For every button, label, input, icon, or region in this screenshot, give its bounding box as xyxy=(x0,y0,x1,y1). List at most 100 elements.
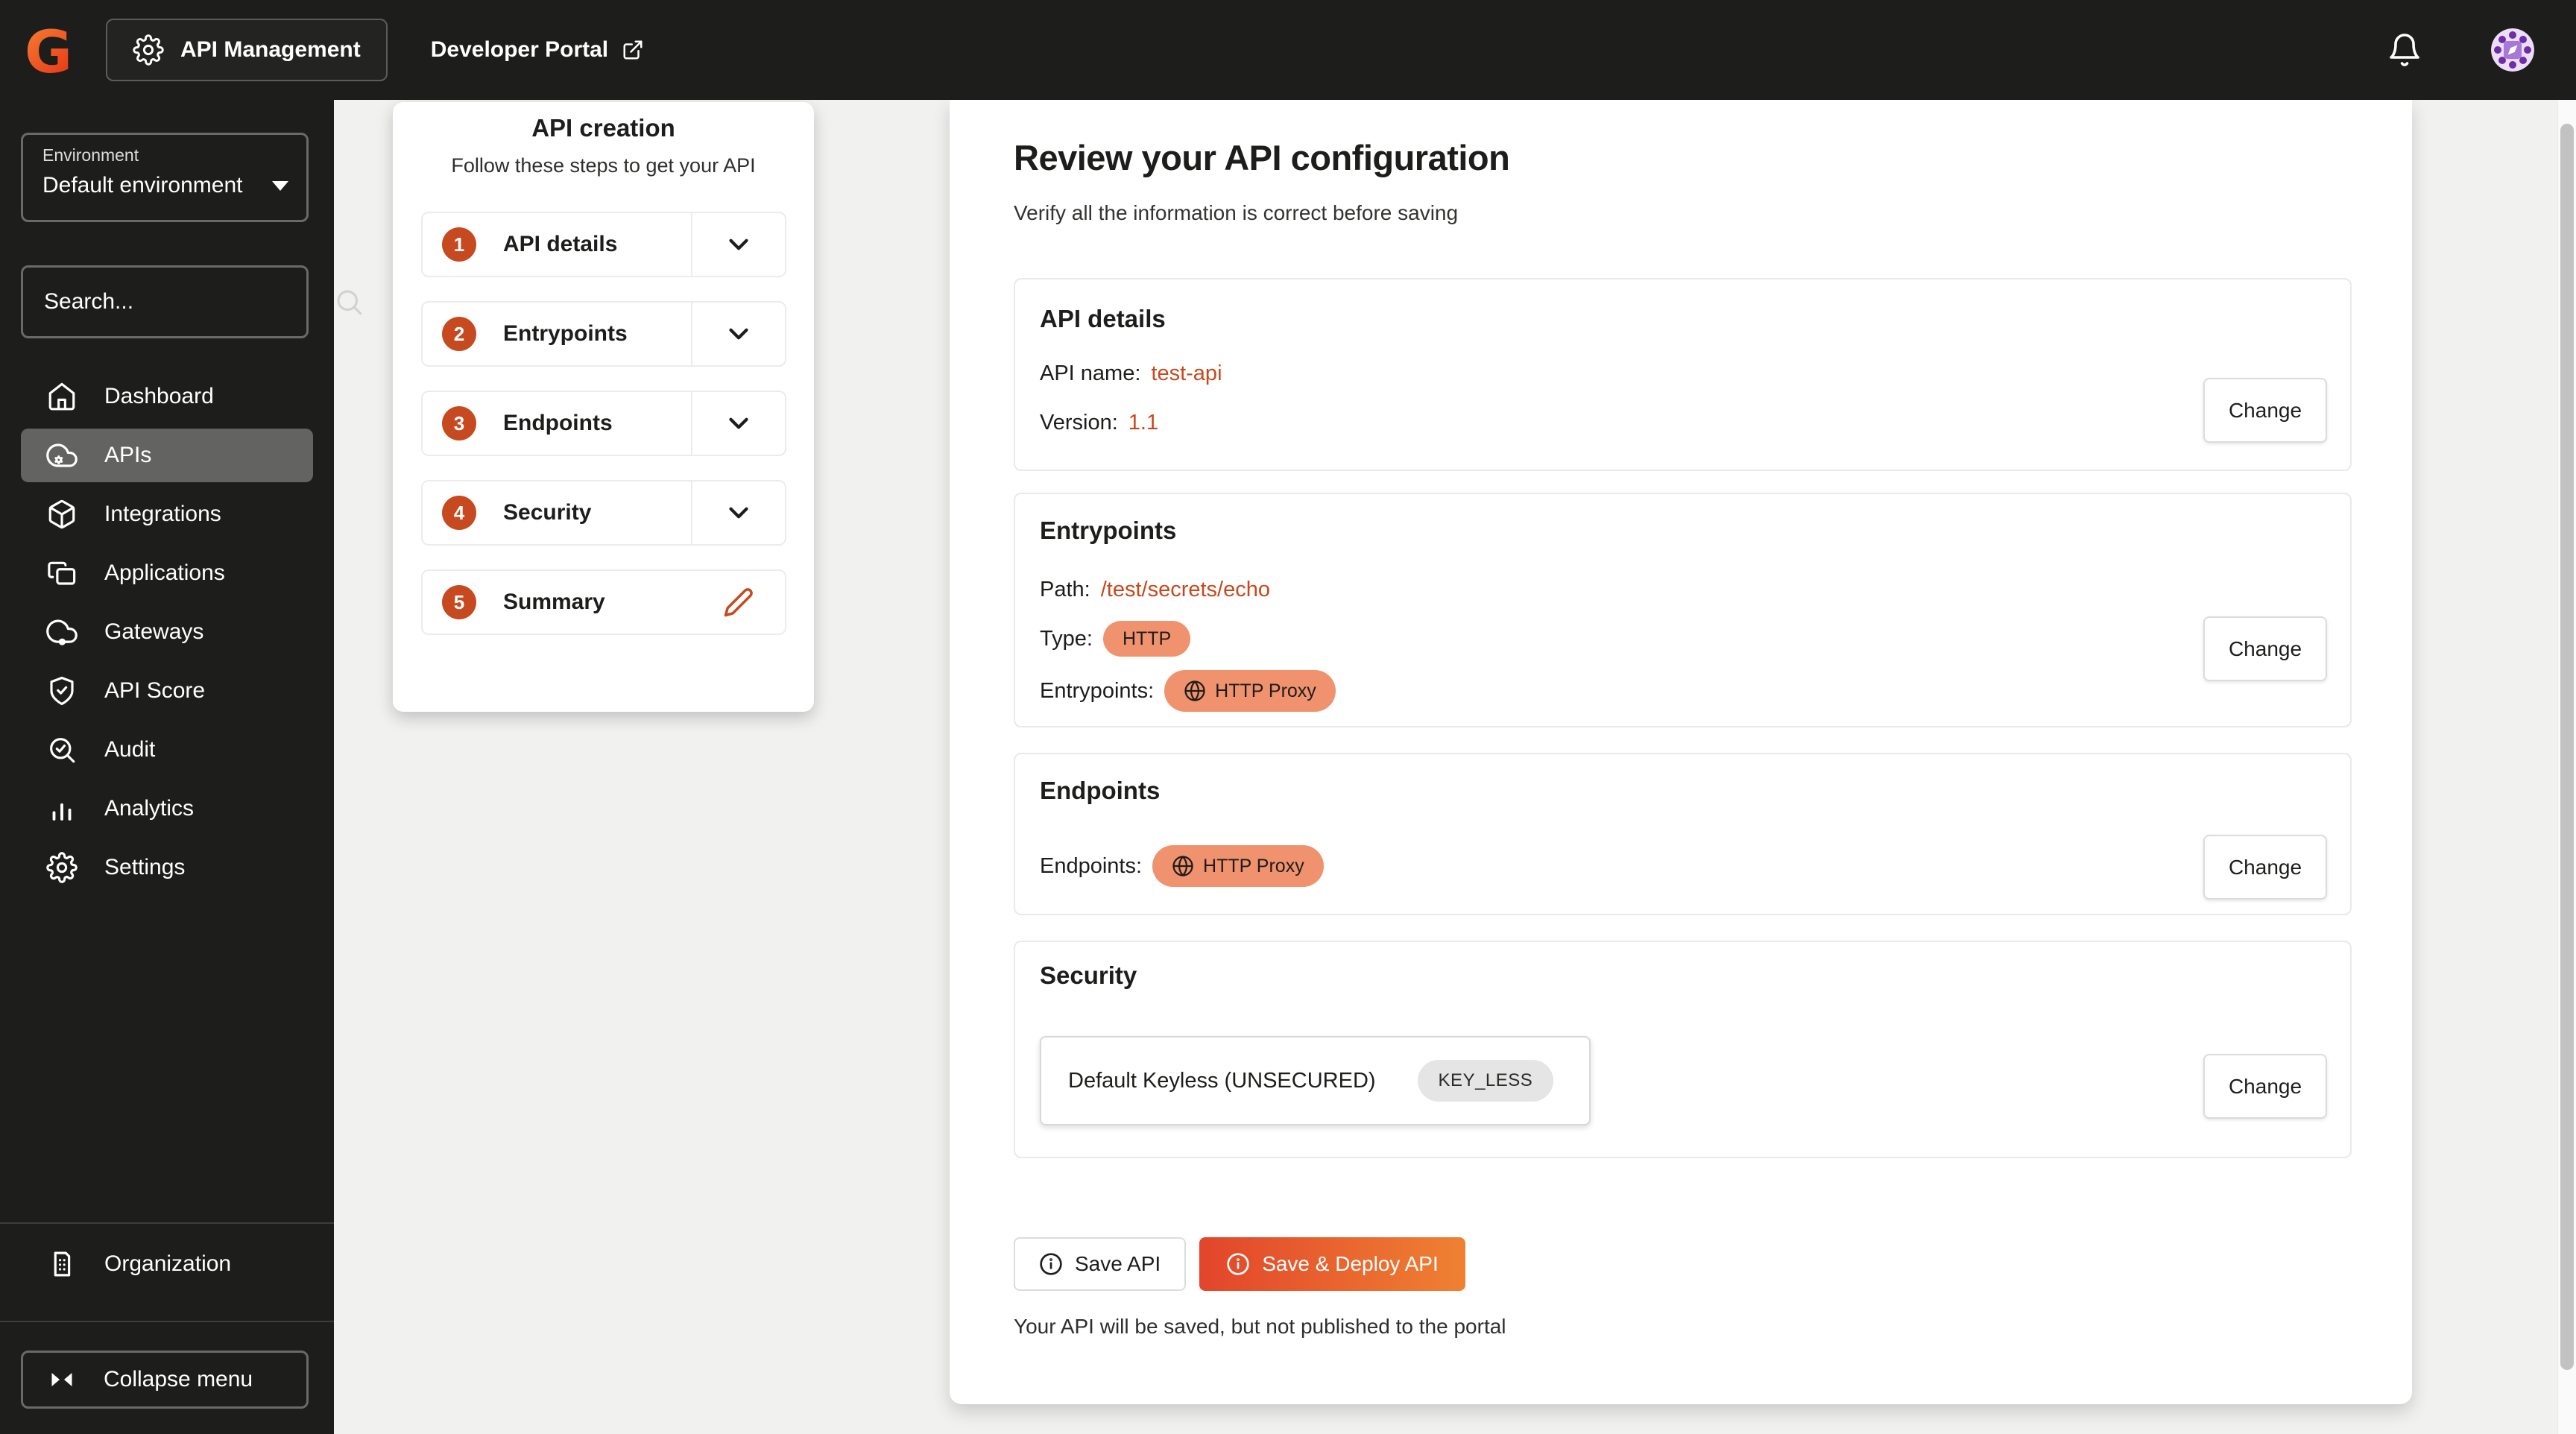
step-label: Entrypoints xyxy=(503,321,628,346)
search-check-icon xyxy=(46,734,78,765)
keyless-badge: KEY_LESS xyxy=(1417,1060,1554,1102)
info-icon xyxy=(1227,1253,1249,1275)
stepper-title: API creation xyxy=(531,114,675,142)
cloud-gear-icon xyxy=(46,440,78,471)
step-expand[interactable] xyxy=(691,481,785,544)
change-security-button[interactable]: Change xyxy=(2203,1054,2327,1119)
home-icon xyxy=(46,381,78,412)
sidebar-nav: Dashboard APIs Integrations Applications… xyxy=(0,370,334,900)
scrollbar-thumb[interactable] xyxy=(2560,124,2574,1370)
sidebar-item-organization[interactable]: Organization xyxy=(21,1236,312,1292)
sidebar-item-applications[interactable]: Applications xyxy=(21,546,313,600)
cloud-node-icon xyxy=(46,616,78,648)
save-note: Your API will be saved, but not publishe… xyxy=(1014,1315,1506,1338)
sidebar-item-label: Analytics xyxy=(104,796,195,821)
sidebar-item-api-score[interactable]: API Score xyxy=(21,664,313,718)
sidebar: Environment Default environment Dashboar… xyxy=(0,100,362,1434)
sidebar-item-label: Audit xyxy=(104,737,156,762)
bell-icon[interactable] xyxy=(2387,32,2422,68)
sidebar-item-audit[interactable]: Audit xyxy=(21,723,313,777)
collapse-menu-button[interactable]: Collapse menu xyxy=(21,1351,309,1409)
section-api-details: API details API name: test-api Version: … xyxy=(1014,278,2352,471)
sidebar-item-label: Gateways xyxy=(104,619,204,644)
sidebar-search[interactable] xyxy=(21,265,362,338)
scrollbar-track[interactable] xyxy=(2557,100,2576,1434)
step-label: API details xyxy=(503,232,618,256)
step-security[interactable]: 4 Security xyxy=(421,480,786,546)
globe-icon xyxy=(1172,856,1193,876)
developer-portal-label: Developer Portal xyxy=(430,37,609,62)
api-creation-stepper: API creation Follow these steps to get y… xyxy=(393,102,814,712)
change-api-details-button[interactable]: Change xyxy=(2203,378,2327,443)
step-label: Security xyxy=(503,500,592,525)
save-api-button[interactable]: Save API xyxy=(1014,1237,1187,1291)
sidebar-item-apis[interactable]: APIs xyxy=(21,429,313,482)
step-endpoints[interactable]: 3 Endpoints xyxy=(421,391,786,456)
section-title: API details xyxy=(1040,305,1166,332)
chevron-down-icon xyxy=(729,328,748,340)
developer-portal-link[interactable]: Developer Portal xyxy=(431,37,644,63)
step-expand[interactable] xyxy=(691,213,785,276)
collapse-menu-label: Collapse menu xyxy=(104,1367,253,1392)
step-number-badge: 4 xyxy=(442,496,476,530)
bar-chart-icon xyxy=(46,793,78,824)
shield-check-icon xyxy=(46,675,78,707)
save-deploy-api-button[interactable]: Save & Deploy API xyxy=(1199,1237,1465,1291)
http-badge: HTTP xyxy=(1102,621,1191,657)
chevron-down-icon xyxy=(729,417,748,429)
api-name-label: API name: xyxy=(1040,361,1141,385)
step-summary[interactable]: 5 Summary xyxy=(421,569,786,635)
sidebar-item-label: API Score xyxy=(104,678,206,703)
http-proxy-badge: HTTP Proxy xyxy=(1152,845,1324,887)
step-expand[interactable] xyxy=(691,303,785,365)
stepper-subtitle: Follow these steps to get your API xyxy=(451,154,756,177)
step-label: Summary xyxy=(503,590,605,614)
api-management-button[interactable]: API Management xyxy=(106,19,388,81)
section-title: Endpoints xyxy=(1040,777,1161,804)
step-edit[interactable] xyxy=(692,571,785,634)
cube-icon xyxy=(46,499,78,530)
api-name-row: API name: test-api xyxy=(1040,361,1222,386)
step-api-details[interactable]: 1 API details xyxy=(421,212,786,277)
avatar[interactable] xyxy=(2491,28,2534,72)
sidebar-divider xyxy=(0,1321,334,1322)
sidebar-item-dashboard[interactable]: Dashboard xyxy=(21,370,313,423)
path-row: Path: /test/secrets/echo xyxy=(1040,578,1270,602)
search-icon xyxy=(333,286,364,318)
globe-icon xyxy=(1184,680,1205,701)
page-title: Review your API configuration xyxy=(1014,138,1510,177)
type-label: Type: xyxy=(1040,626,1093,651)
sidebar-item-label: Dashboard xyxy=(104,384,214,408)
page-subtitle: Verify all the information is correct be… xyxy=(1014,201,1459,224)
sidebar-item-label: Settings xyxy=(104,855,186,879)
sidebar-item-settings[interactable]: Settings xyxy=(21,841,313,894)
section-title: Entrypoints xyxy=(1040,517,1177,544)
endpoints-row: Endpoints: HTTP Proxy xyxy=(1040,845,1324,887)
step-label: Endpoints xyxy=(503,411,613,435)
path-value: /test/secrets/echo xyxy=(1100,578,1270,601)
entrypoints-label: Entrypoints: xyxy=(1040,678,1155,703)
gear-icon xyxy=(46,852,78,883)
http-proxy-badge: HTTP Proxy xyxy=(1164,670,1336,712)
environment-select[interactable]: Environment Default environment xyxy=(21,133,309,222)
sidebar-item-integrations[interactable]: Integrations xyxy=(21,487,313,541)
search-input[interactable] xyxy=(42,288,333,315)
type-row: Type: HTTP xyxy=(1040,621,1191,657)
change-entrypoints-button[interactable]: Change xyxy=(2203,616,2327,681)
pencil-icon xyxy=(724,588,753,617)
review-panel: Review your API configuration Verify all… xyxy=(950,100,2412,1404)
version-row: Version: 1.1 xyxy=(1040,411,1158,435)
sidebar-item-gateways[interactable]: Gateways xyxy=(21,605,313,659)
plan-name: Default Keyless (UNSECURED) xyxy=(1068,1068,1376,1093)
environment-value: Default environment xyxy=(42,173,243,198)
gear-icon xyxy=(133,34,164,66)
step-entrypoints[interactable]: 2 Entrypoints xyxy=(421,301,786,367)
step-number-badge: 1 xyxy=(442,227,476,262)
section-endpoints: Endpoints Endpoints: HTTP Proxy Change xyxy=(1014,753,2352,915)
sidebar-item-analytics[interactable]: Analytics xyxy=(21,782,313,836)
section-entrypoints: Entrypoints Path: /test/secrets/echo Typ… xyxy=(1014,493,2352,727)
chevron-down-icon xyxy=(729,507,748,519)
change-endpoints-button[interactable]: Change xyxy=(2203,835,2327,900)
step-expand[interactable] xyxy=(691,392,785,455)
security-plan-box: Default Keyless (UNSECURED) KEY_LESS xyxy=(1040,1036,1591,1125)
